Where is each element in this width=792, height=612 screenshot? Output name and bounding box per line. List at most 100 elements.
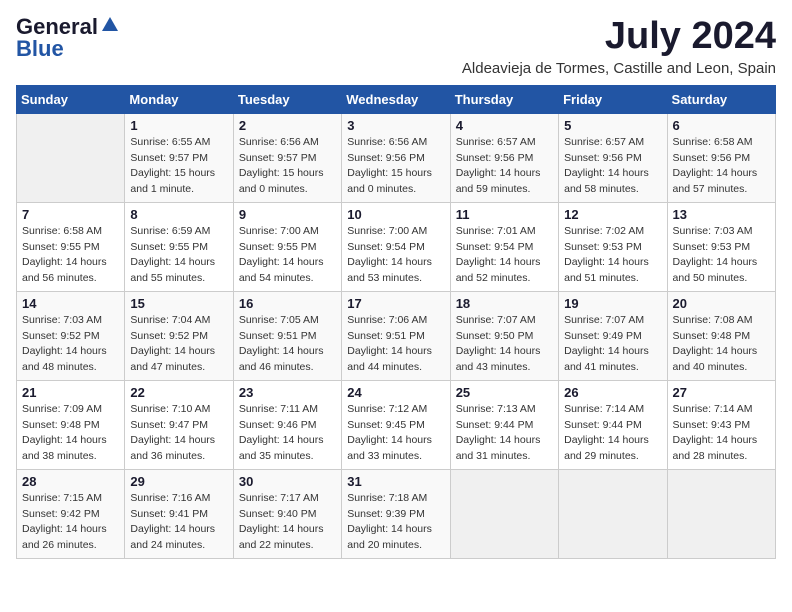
- header-day-friday: Friday: [559, 85, 667, 113]
- calendar-cell: 14 Sunrise: 7:03 AM Sunset: 9:52 PM Dayli…: [17, 291, 125, 380]
- day-number: 13: [673, 207, 770, 222]
- calendar-cell: 8 Sunrise: 6:59 AM Sunset: 9:55 PM Daylig…: [125, 202, 233, 291]
- calendar-cell: 7 Sunrise: 6:58 AM Sunset: 9:55 PM Daylig…: [17, 202, 125, 291]
- calendar-cell: 28 Sunrise: 7:15 AM Sunset: 9:42 PM Dayli…: [17, 469, 125, 558]
- calendar-cell: 10 Sunrise: 7:00 AM Sunset: 9:54 PM Dayli…: [342, 202, 450, 291]
- day-number: 6: [673, 118, 770, 133]
- calendar-cell: 20 Sunrise: 7:08 AM Sunset: 9:48 PM Dayli…: [667, 291, 775, 380]
- calendar-week-4: 28 Sunrise: 7:15 AM Sunset: 9:42 PM Dayli…: [17, 469, 776, 558]
- day-detail: Sunrise: 7:02 AM Sunset: 9:53 PM Dayligh…: [564, 224, 661, 287]
- calendar-cell: [450, 469, 558, 558]
- day-detail: Sunrise: 6:58 AM Sunset: 9:55 PM Dayligh…: [22, 224, 119, 287]
- day-number: 28: [22, 474, 119, 489]
- day-number: 5: [564, 118, 661, 133]
- day-number: 23: [239, 385, 336, 400]
- calendar-cell: 30 Sunrise: 7:17 AM Sunset: 9:40 PM Dayli…: [233, 469, 341, 558]
- day-number: 19: [564, 296, 661, 311]
- day-detail: Sunrise: 7:00 AM Sunset: 9:55 PM Dayligh…: [239, 224, 336, 287]
- calendar-header-row: SundayMondayTuesdayWednesdayThursdayFrid…: [17, 85, 776, 113]
- calendar-cell: 31Sunrise: 7:18 AM Sunset: 9:39 PM Dayli…: [342, 469, 450, 558]
- header-day-tuesday: Tuesday: [233, 85, 341, 113]
- calendar-cell: 2Sunrise: 6:56 AM Sunset: 9:57 PM Daylig…: [233, 113, 341, 202]
- calendar-table: SundayMondayTuesdayWednesdayThursdayFrid…: [16, 85, 776, 559]
- day-number: 7: [22, 207, 119, 222]
- day-detail: Sunrise: 7:03 AM Sunset: 9:52 PM Dayligh…: [22, 313, 119, 376]
- calendar-cell: 27 Sunrise: 7:14 AM Sunset: 9:43 PM Dayli…: [667, 380, 775, 469]
- day-number: 18: [456, 296, 553, 311]
- calendar-cell: 9 Sunrise: 7:00 AM Sunset: 9:55 PM Daylig…: [233, 202, 341, 291]
- day-number: 11: [456, 207, 553, 222]
- day-detail: Sunrise: 6:56 AM Sunset: 9:56 PM Dayligh…: [347, 135, 444, 198]
- header-day-monday: Monday: [125, 85, 233, 113]
- day-detail: Sunrise: 6:55 AM Sunset: 9:57 PM Dayligh…: [130, 135, 227, 198]
- header-day-sunday: Sunday: [17, 85, 125, 113]
- calendar-week-0: 1 Sunrise: 6:55 AM Sunset: 9:57 PM Daylig…: [17, 113, 776, 202]
- calendar-cell: [559, 469, 667, 558]
- day-detail: Sunrise: 7:00 AM Sunset: 9:54 PM Dayligh…: [347, 224, 444, 287]
- day-detail: Sunrise: 7:03 AM Sunset: 9:53 PM Dayligh…: [673, 224, 770, 287]
- calendar-cell: 23 Sunrise: 7:11 AM Sunset: 9:46 PM Dayli…: [233, 380, 341, 469]
- calendar-cell: [667, 469, 775, 558]
- day-number: 4: [456, 118, 553, 133]
- calendar-cell: 1 Sunrise: 6:55 AM Sunset: 9:57 PM Daylig…: [125, 113, 233, 202]
- calendar-cell: 13 Sunrise: 7:03 AM Sunset: 9:53 PM Dayli…: [667, 202, 775, 291]
- day-number: 21: [22, 385, 119, 400]
- day-number: 20: [673, 296, 770, 311]
- day-detail: Sunrise: 7:18 AM Sunset: 9:39 PM Dayligh…: [347, 491, 444, 554]
- day-number: 12: [564, 207, 661, 222]
- calendar-cell: 5Sunrise: 6:57 AM Sunset: 9:56 PM Daylig…: [559, 113, 667, 202]
- header-day-wednesday: Wednesday: [342, 85, 450, 113]
- logo-icon: [100, 15, 120, 35]
- day-detail: Sunrise: 7:14 AM Sunset: 9:43 PM Dayligh…: [673, 402, 770, 465]
- calendar-cell: [17, 113, 125, 202]
- day-detail: Sunrise: 7:11 AM Sunset: 9:46 PM Dayligh…: [239, 402, 336, 465]
- day-detail: Sunrise: 7:10 AM Sunset: 9:47 PM Dayligh…: [130, 402, 227, 465]
- calendar-cell: 17Sunrise: 7:06 AM Sunset: 9:51 PM Dayli…: [342, 291, 450, 380]
- calendar-cell: 11 Sunrise: 7:01 AM Sunset: 9:54 PM Dayli…: [450, 202, 558, 291]
- calendar-cell: 26Sunrise: 7:14 AM Sunset: 9:44 PM Dayli…: [559, 380, 667, 469]
- calendar-cell: 19 Sunrise: 7:07 AM Sunset: 9:49 PM Dayli…: [559, 291, 667, 380]
- day-detail: Sunrise: 7:07 AM Sunset: 9:49 PM Dayligh…: [564, 313, 661, 376]
- day-number: 30: [239, 474, 336, 489]
- calendar-cell: 25Sunrise: 7:13 AM Sunset: 9:44 PM Dayli…: [450, 380, 558, 469]
- day-number: 9: [239, 207, 336, 222]
- header: General Blue July 2024 Aldeavieja de Tor…: [16, 16, 776, 77]
- day-detail: Sunrise: 6:59 AM Sunset: 9:55 PM Dayligh…: [130, 224, 227, 287]
- day-detail: Sunrise: 7:09 AM Sunset: 9:48 PM Dayligh…: [22, 402, 119, 465]
- day-detail: Sunrise: 7:17 AM Sunset: 9:40 PM Dayligh…: [239, 491, 336, 554]
- day-detail: Sunrise: 7:14 AM Sunset: 9:44 PM Dayligh…: [564, 402, 661, 465]
- calendar-cell: 16Sunrise: 7:05 AM Sunset: 9:51 PM Dayli…: [233, 291, 341, 380]
- logo-general-text: General: [16, 16, 98, 38]
- day-detail: Sunrise: 7:08 AM Sunset: 9:48 PM Dayligh…: [673, 313, 770, 376]
- logo: General Blue: [16, 16, 120, 60]
- day-number: 27: [673, 385, 770, 400]
- calendar-week-3: 21 Sunrise: 7:09 AM Sunset: 9:48 PM Dayli…: [17, 380, 776, 469]
- calendar-cell: 4Sunrise: 6:57 AM Sunset: 9:56 PM Daylig…: [450, 113, 558, 202]
- day-number: 22: [130, 385, 227, 400]
- day-detail: Sunrise: 7:12 AM Sunset: 9:45 PM Dayligh…: [347, 402, 444, 465]
- day-number: 29: [130, 474, 227, 489]
- day-detail: Sunrise: 7:04 AM Sunset: 9:52 PM Dayligh…: [130, 313, 227, 376]
- day-number: 14: [22, 296, 119, 311]
- calendar-week-1: 7 Sunrise: 6:58 AM Sunset: 9:55 PM Daylig…: [17, 202, 776, 291]
- calendar-cell: 22 Sunrise: 7:10 AM Sunset: 9:47 PM Dayli…: [125, 380, 233, 469]
- calendar-cell: 12 Sunrise: 7:02 AM Sunset: 9:53 PM Dayli…: [559, 202, 667, 291]
- day-number: 15: [130, 296, 227, 311]
- day-detail: Sunrise: 7:05 AM Sunset: 9:51 PM Dayligh…: [239, 313, 336, 376]
- day-number: 3: [347, 118, 444, 133]
- calendar-cell: 29 Sunrise: 7:16 AM Sunset: 9:41 PM Dayli…: [125, 469, 233, 558]
- day-number: 10: [347, 207, 444, 222]
- day-detail: Sunrise: 7:01 AM Sunset: 9:54 PM Dayligh…: [456, 224, 553, 287]
- day-number: 24: [347, 385, 444, 400]
- header-day-saturday: Saturday: [667, 85, 775, 113]
- day-number: 8: [130, 207, 227, 222]
- location-title: Aldeavieja de Tormes, Castille and Leon,…: [462, 60, 776, 77]
- day-number: 1: [130, 118, 227, 133]
- month-title: July 2024: [462, 16, 776, 58]
- day-number: 17: [347, 296, 444, 311]
- header-day-thursday: Thursday: [450, 85, 558, 113]
- logo-blue-text: Blue: [16, 38, 64, 60]
- day-detail: Sunrise: 7:15 AM Sunset: 9:42 PM Dayligh…: [22, 491, 119, 554]
- day-detail: Sunrise: 7:16 AM Sunset: 9:41 PM Dayligh…: [130, 491, 227, 554]
- title-section: July 2024 Aldeavieja de Tormes, Castille…: [462, 16, 776, 77]
